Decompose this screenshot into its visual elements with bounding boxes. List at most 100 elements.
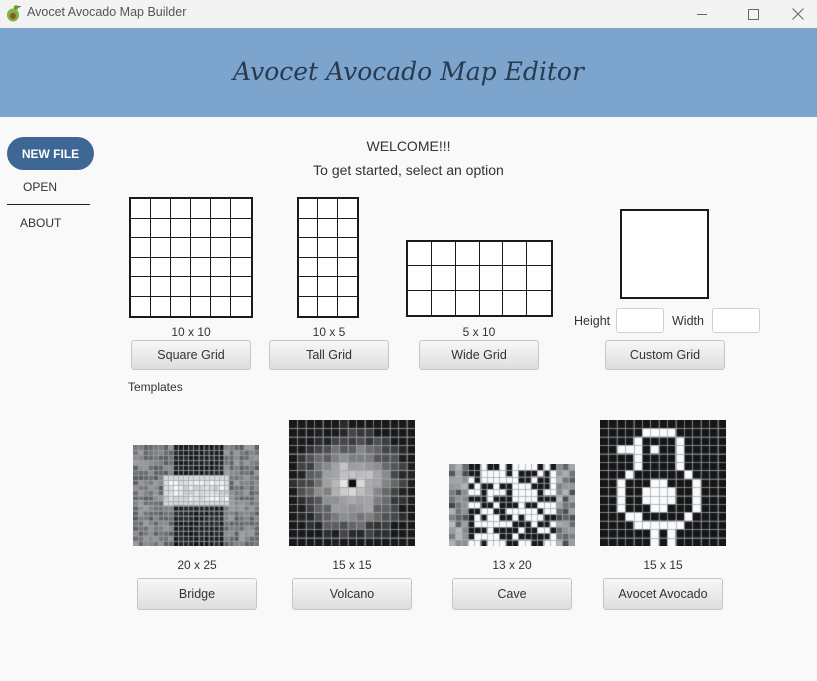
grid-cell (211, 199, 231, 219)
grid-cell (211, 218, 231, 238)
grid-cell (191, 199, 211, 219)
height-label: Height (574, 314, 611, 328)
grid-cell (480, 290, 504, 315)
grid-cell (408, 266, 432, 291)
grid-cell (151, 296, 171, 316)
grid-cell (337, 199, 357, 219)
welcome-subtitle: To get started, select an option (313, 162, 504, 178)
close-icon (792, 8, 804, 20)
avocado-thumbnail[interactable] (600, 420, 726, 546)
bridge-thumbnail[interactable] (133, 445, 259, 546)
minimize-button[interactable] (679, 0, 725, 28)
grid-cell (131, 199, 151, 219)
cave-thumbnail[interactable] (449, 464, 575, 546)
grid-cell (299, 218, 319, 238)
about-link[interactable]: ABOUT (20, 216, 61, 230)
square-grid-size: 10 x 10 (171, 325, 211, 339)
grid-cell (337, 219, 357, 238)
grid-cell (455, 266, 480, 291)
grid-cell (171, 257, 191, 277)
grid-cell (151, 277, 171, 297)
grid-cell (299, 238, 319, 258)
maximize-button[interactable] (730, 0, 776, 28)
avocado-size: 15 x 15 (643, 558, 683, 572)
grid-cell (191, 238, 211, 258)
grid-cell (318, 277, 338, 297)
grid-cell (408, 242, 432, 267)
grid-cell (299, 296, 319, 316)
grid-cell (479, 266, 504, 291)
custom-grid-button[interactable]: Custom Grid (605, 340, 725, 370)
grid-cell (191, 257, 211, 277)
volcano-size: 15 x 15 (332, 558, 372, 572)
grid-cell (231, 238, 251, 258)
grid-cell (456, 290, 480, 315)
grid-cell (151, 238, 171, 258)
welcome-heading: WELCOME!!! (366, 138, 451, 154)
avocado-button[interactable]: Avocet Avocado (603, 578, 723, 610)
grid-cell (527, 266, 551, 291)
grid-cell (151, 199, 171, 219)
grid-cell (299, 257, 319, 277)
grid-cell (503, 242, 528, 267)
grid-cell (337, 277, 357, 297)
grid-cell (131, 218, 151, 238)
square-grid-button[interactable]: Square Grid (131, 340, 251, 370)
grid-cell (211, 238, 231, 258)
close-button[interactable] (775, 0, 817, 28)
grid-cell (231, 258, 251, 277)
grid-cell (171, 277, 191, 297)
grid-cell (479, 242, 504, 267)
grid-cell (131, 296, 151, 316)
tall-grid-button[interactable]: Tall Grid (269, 340, 389, 370)
grid-cell (318, 238, 338, 258)
title-bar: Avocet Avocado Map Builder (0, 0, 817, 28)
width-input[interactable] (712, 308, 760, 333)
grid-cell (231, 199, 251, 219)
grid-cell (191, 218, 211, 238)
wide-grid-button[interactable]: Wide Grid (419, 340, 539, 370)
grid-cell (503, 266, 528, 291)
volcano-button[interactable]: Volcano (292, 578, 412, 610)
grid-cell (527, 242, 551, 267)
width-label: Width (672, 314, 704, 328)
grid-cell (231, 277, 251, 297)
grid-cell (318, 296, 338, 316)
cave-button[interactable]: Cave (452, 578, 572, 610)
grid-cell (318, 218, 338, 238)
bridge-button[interactable]: Bridge (137, 578, 257, 610)
sidebar-divider (7, 204, 90, 205)
grid-cell (299, 277, 319, 297)
grid-cell (131, 257, 151, 277)
grid-cell (171, 199, 191, 219)
grid-cell (171, 238, 191, 258)
grid-cell (191, 296, 211, 316)
wide-grid-preview[interactable] (406, 240, 553, 317)
grid-cell (299, 199, 319, 219)
square-grid-preview[interactable] (129, 197, 253, 318)
tall-grid-preview[interactable] (297, 197, 359, 318)
grid-cell (503, 290, 528, 315)
grid-cell (318, 199, 338, 219)
grid-cell (318, 257, 338, 277)
grid-cell (431, 242, 456, 267)
grid-cell (171, 218, 191, 238)
grid-cell (171, 296, 191, 316)
maximize-icon (747, 8, 759, 20)
app-heading: Avocet Avocado Map Editor (233, 57, 584, 86)
open-link[interactable]: OPEN (23, 180, 57, 194)
wide-grid-size: 5 x 10 (462, 325, 496, 339)
grid-cell (131, 277, 151, 297)
grid-cell (231, 219, 251, 238)
cave-size: 13 x 20 (492, 558, 532, 572)
grid-cell (338, 297, 357, 317)
grid-cell (131, 238, 151, 258)
grid-cell (527, 291, 551, 315)
height-input[interactable] (616, 308, 664, 333)
custom-grid-preview[interactable] (620, 209, 709, 299)
volcano-thumbnail[interactable] (289, 420, 415, 546)
tall-grid-size: 10 x 5 (312, 325, 346, 339)
grid-cell (231, 297, 251, 317)
grid-cell (191, 277, 211, 297)
grid-cell (408, 290, 432, 315)
